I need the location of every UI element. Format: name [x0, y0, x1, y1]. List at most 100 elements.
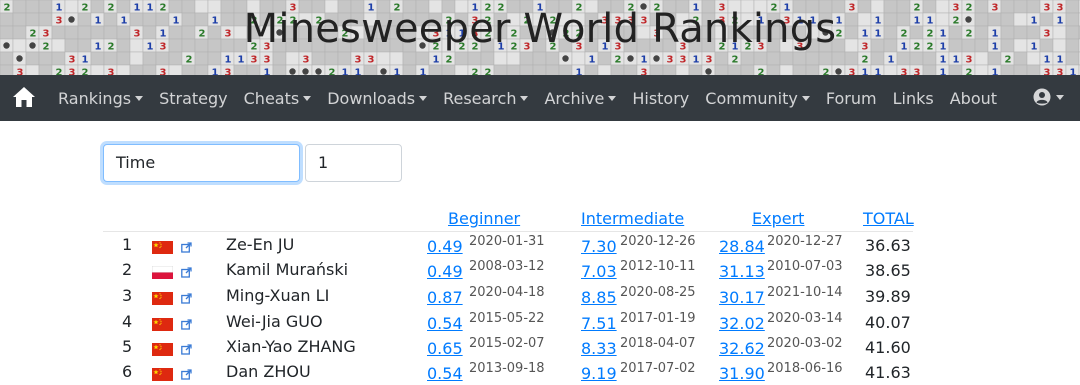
- expert-time[interactable]: 31.90: [719, 364, 765, 383]
- nav-item-label: Archive: [544, 88, 605, 108]
- expert-time[interactable]: 28.84: [719, 237, 765, 256]
- external-link-icon[interactable]: [181, 293, 192, 304]
- nav-item-rankings[interactable]: Rankings: [50, 75, 151, 121]
- svg-text:1: 1: [992, 68, 999, 76]
- svg-text:1: 1: [940, 55, 947, 66]
- svg-text:1: 1: [212, 68, 219, 76]
- intermediate-date: 2012-10-11: [620, 259, 696, 274]
- player-name[interactable]: Ze-En JU: [226, 235, 294, 254]
- header-total[interactable]: TOTAL: [863, 209, 914, 228]
- nav-item-label: Forum: [825, 88, 877, 108]
- nav-item-history[interactable]: History: [624, 75, 697, 121]
- svg-text:3: 3: [901, 68, 908, 76]
- external-link-icon[interactable]: [181, 267, 192, 278]
- expert-time[interactable]: 32.62: [719, 339, 765, 358]
- user-menu-button[interactable]: [1033, 88, 1064, 106]
- beginner-time[interactable]: 0.54: [427, 314, 463, 333]
- expert-date: 2010-07-03: [767, 259, 843, 274]
- expert-time[interactable]: 30.17: [719, 288, 765, 307]
- beginner-time[interactable]: 0.49: [427, 262, 463, 281]
- svg-text:1: 1: [355, 68, 362, 76]
- nav-item-strategy[interactable]: Strategy: [151, 75, 236, 121]
- expert-date: 2018-06-16: [767, 361, 843, 376]
- table-row: 2 Kamil Murański 0.49 2008-03-12 7.03 2012-10…: [0, 258, 1080, 284]
- china-flag-icon: [152, 343, 173, 356]
- nav-item-about[interactable]: About: [942, 75, 1005, 121]
- nav-item-label: Links: [892, 88, 934, 108]
- nav-item-archive[interactable]: Archive: [536, 75, 624, 121]
- player-name[interactable]: Ming-Xuan LI: [226, 286, 329, 305]
- sort-select[interactable]: Time: [103, 144, 300, 182]
- chevron-down-icon: [608, 95, 617, 101]
- svg-text:1: 1: [641, 55, 648, 66]
- player-name[interactable]: Wei-Jia GUO: [226, 312, 323, 331]
- beginner-time[interactable]: 0.65: [427, 339, 463, 358]
- expert-time[interactable]: 32.02: [719, 314, 765, 333]
- total-time: 40.07: [865, 313, 911, 332]
- intermediate-time[interactable]: 7.30: [581, 237, 617, 256]
- svg-text:1: 1: [953, 55, 960, 66]
- svg-text:2: 2: [862, 55, 869, 66]
- beginner-date: 2013-09-18: [469, 361, 545, 376]
- table-row: 1 Ze-En JU 0.49 2020-01-31 7.30 2020-12-26 28.…: [0, 233, 1080, 259]
- header-intermediate[interactable]: Intermediate: [581, 209, 684, 228]
- svg-text:2: 2: [82, 68, 89, 76]
- rank-cell: 3: [122, 286, 133, 305]
- nav-item-links[interactable]: Links: [885, 75, 942, 121]
- svg-text:3: 3: [368, 55, 375, 66]
- svg-text:3: 3: [680, 55, 687, 66]
- table-row: 5 Xian-Yao ZHANG 0.65 2015-02-07 8.33 2018-04…: [0, 335, 1080, 361]
- nav-item-forum[interactable]: Forum: [818, 75, 885, 121]
- svg-text:3: 3: [355, 55, 362, 66]
- nav-item-research[interactable]: Research: [435, 75, 536, 121]
- svg-text:2: 2: [732, 55, 739, 66]
- svg-text:1: 1: [576, 68, 583, 76]
- svg-text:3: 3: [264, 55, 271, 66]
- external-link-icon[interactable]: [181, 344, 192, 355]
- nav-item-label: Strategy: [159, 88, 228, 108]
- player-name[interactable]: Dan ZHOU: [226, 362, 311, 381]
- beginner-time[interactable]: 0.49: [427, 237, 463, 256]
- chevron-down-icon: [801, 95, 810, 101]
- svg-text:3: 3: [667, 55, 674, 66]
- intermediate-time[interactable]: 7.51: [581, 314, 617, 333]
- nav-item-downloads[interactable]: Downloads: [319, 75, 435, 121]
- player-name[interactable]: Kamil Murański: [226, 260, 348, 279]
- nav-item-label: Research: [443, 88, 517, 108]
- home-icon[interactable]: [12, 86, 36, 108]
- svg-text:1: 1: [433, 55, 440, 66]
- site-banner: 2122112312122122213213232333311112222232…: [0, 0, 1080, 75]
- svg-text:1: 1: [589, 55, 596, 66]
- nav-item-cheats[interactable]: Cheats: [236, 75, 320, 121]
- header-expert[interactable]: Expert: [752, 209, 804, 228]
- intermediate-time[interactable]: 9.19: [581, 364, 617, 383]
- nav-item-community[interactable]: Community: [697, 75, 818, 121]
- intermediate-time[interactable]: 7.03: [581, 262, 617, 281]
- expert-time[interactable]: 31.13: [719, 262, 765, 281]
- player-name[interactable]: Xian-Yao ZHANG: [226, 337, 356, 356]
- svg-text:3: 3: [251, 55, 258, 66]
- svg-text:3: 3: [108, 68, 115, 76]
- svg-text:3: 3: [69, 55, 76, 66]
- svg-text:3: 3: [1057, 68, 1064, 76]
- rank-cell: 4: [122, 312, 133, 331]
- svg-text:1: 1: [888, 55, 895, 66]
- count-input[interactable]: 1: [305, 144, 402, 182]
- svg-text:2: 2: [56, 68, 63, 76]
- intermediate-date: 2018-04-07: [620, 336, 696, 351]
- external-link-icon[interactable]: [181, 319, 192, 330]
- svg-text:1: 1: [225, 55, 232, 66]
- beginner-time[interactable]: 0.54: [427, 364, 463, 383]
- header-beginner[interactable]: Beginner: [448, 209, 520, 228]
- svg-text:2: 2: [1005, 55, 1012, 66]
- external-link-icon[interactable]: [181, 369, 192, 380]
- svg-text:1: 1: [875, 68, 882, 76]
- intermediate-date: 2017-01-19: [620, 311, 696, 326]
- china-flag-icon: [152, 292, 173, 305]
- chevron-down-icon: [419, 95, 428, 101]
- intermediate-time[interactable]: 8.33: [581, 339, 617, 358]
- external-link-icon[interactable]: [181, 242, 192, 253]
- table-row: 4 Wei-Jia GUO 0.54 2015-05-22 7.51 2017-01-19…: [0, 310, 1080, 336]
- beginner-time[interactable]: 0.87: [427, 288, 463, 307]
- intermediate-time[interactable]: 8.85: [581, 288, 617, 307]
